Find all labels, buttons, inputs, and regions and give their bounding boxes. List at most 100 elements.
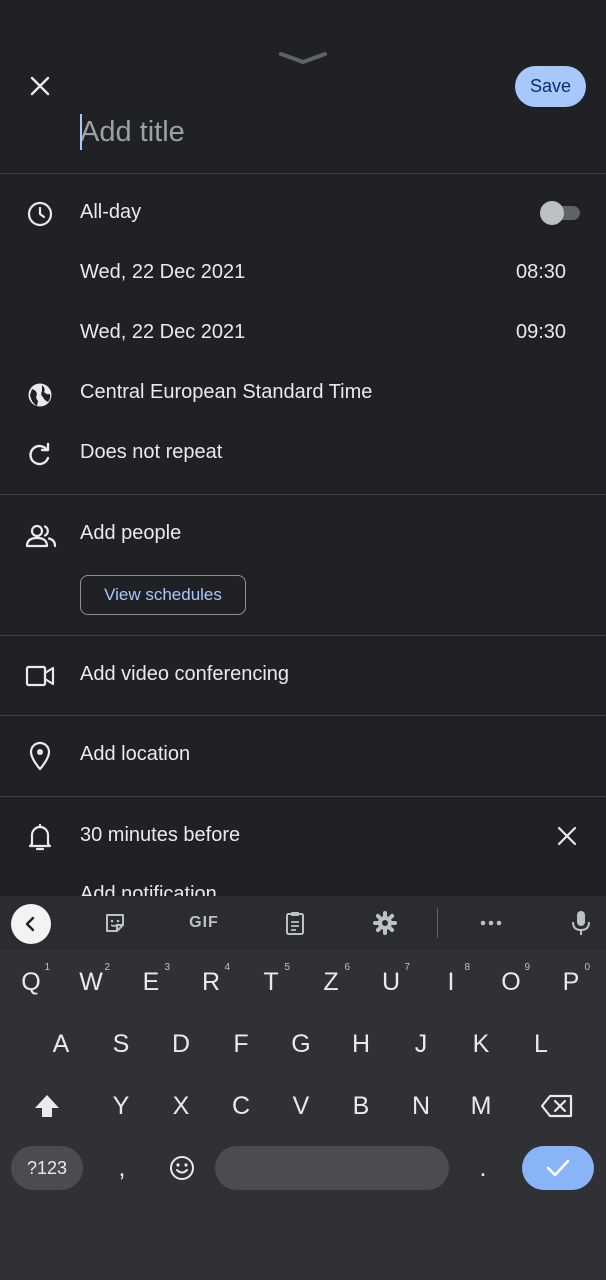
key-d[interactable]: D (152, 1020, 210, 1068)
key-q[interactable]: Q1 (2, 958, 60, 1006)
close-icon[interactable] (24, 70, 56, 102)
toggle-thumb (540, 201, 564, 225)
add-location-label[interactable]: Add location (80, 743, 190, 766)
key-z[interactable]: Z6 (302, 958, 360, 1006)
key-label: I (447, 967, 455, 996)
key-hint: 4 (224, 962, 230, 973)
key-k[interactable]: K (452, 1020, 510, 1068)
key-f[interactable]: F (212, 1020, 270, 1068)
key-hint: 2 (104, 962, 110, 973)
key-label: T (263, 967, 279, 996)
add-people-label[interactable]: Add people (80, 522, 181, 545)
timezone-label[interactable]: Central European Standard Time (80, 381, 372, 404)
key-label: Z (323, 967, 339, 996)
all-day-label: All-day (80, 201, 142, 223)
divider (0, 796, 606, 797)
shift-key[interactable] (18, 1082, 76, 1130)
key-hint: 9 (524, 962, 530, 973)
more-icon[interactable] (476, 908, 506, 938)
repeat-icon (24, 439, 56, 471)
key-label: Q (21, 967, 41, 996)
key-hint: 3 (164, 962, 170, 973)
clipboard-icon[interactable] (280, 908, 310, 938)
keyboard: GIF Q1 W2 E3 R4 T5 Z6 U7 I8 O9 P0 A S D … (0, 896, 606, 1280)
key-label: R (201, 967, 221, 996)
key-y[interactable]: Y (92, 1082, 150, 1130)
gear-icon[interactable] (370, 908, 400, 938)
people-icon (24, 520, 58, 552)
key-label: W (79, 967, 103, 996)
key-t[interactable]: T5 (242, 958, 300, 1006)
remove-reminder-icon[interactable] (551, 820, 583, 852)
key-r[interactable]: R4 (182, 958, 240, 1006)
key-hint: 5 (284, 962, 290, 973)
backspace-icon (540, 1094, 573, 1118)
save-button[interactable]: Save (515, 66, 586, 107)
key-b[interactable]: B (332, 1082, 390, 1130)
all-day-toggle[interactable] (540, 200, 580, 226)
globe-icon (24, 379, 56, 411)
key-label: P (562, 967, 580, 996)
keyboard-toolbar: GIF (0, 896, 606, 950)
key-u[interactable]: U7 (362, 958, 420, 1006)
divider (0, 715, 606, 716)
back-chevron-icon[interactable] (11, 904, 51, 944)
checkmark-icon (546, 1159, 570, 1177)
emoji-icon (170, 1156, 194, 1180)
emoji-key[interactable] (153, 1144, 211, 1192)
microphone-icon[interactable] (566, 908, 596, 938)
key-j[interactable]: J (392, 1020, 450, 1068)
view-schedules-button[interactable]: View schedules (80, 575, 246, 615)
reminder-label[interactable]: 30 minutes before (80, 824, 240, 847)
key-p[interactable]: P0 (542, 958, 600, 1006)
drag-handle-icon[interactable] (277, 48, 329, 68)
end-date[interactable]: Wed, 22 Dec 2021 (80, 321, 245, 344)
divider (0, 494, 606, 495)
period-key[interactable]: . (454, 1144, 512, 1192)
divider (0, 635, 606, 636)
key-v[interactable]: V (272, 1082, 330, 1130)
divider (0, 173, 606, 174)
key-g[interactable]: G (272, 1020, 330, 1068)
key-hint: 6 (344, 962, 350, 973)
key-n[interactable]: N (392, 1082, 450, 1130)
space-bar[interactable] (215, 1146, 449, 1190)
key-hint: 1 (44, 962, 50, 973)
key-x[interactable]: X (152, 1082, 210, 1130)
location-pin-icon (24, 740, 56, 772)
key-a[interactable]: A (32, 1020, 90, 1068)
sticker-icon[interactable] (100, 908, 130, 938)
key-e[interactable]: E3 (122, 958, 180, 1006)
title-input[interactable] (80, 110, 500, 154)
gif-button[interactable]: GIF (180, 908, 228, 938)
bell-icon (24, 821, 56, 853)
end-time[interactable]: 09:30 (516, 321, 566, 344)
key-hint: 0 (584, 962, 590, 973)
key-h[interactable]: H (332, 1020, 390, 1068)
shift-icon (35, 1095, 59, 1117)
key-m[interactable]: M (452, 1082, 510, 1130)
video-camera-icon (24, 660, 56, 692)
start-date[interactable]: Wed, 22 Dec 2021 (80, 261, 245, 284)
repeat-label[interactable]: Does not repeat (80, 441, 222, 464)
key-s[interactable]: S (92, 1020, 150, 1068)
key-label: E (142, 967, 160, 996)
add-video-conferencing-label[interactable]: Add video conferencing (80, 663, 289, 686)
key-label: U (381, 967, 401, 996)
enter-key[interactable] (522, 1146, 594, 1190)
comma-key[interactable]: , (93, 1144, 151, 1192)
backspace-key[interactable] (528, 1082, 586, 1130)
key-c[interactable]: C (212, 1082, 270, 1130)
text-cursor (80, 114, 82, 150)
toolbar-separator (437, 908, 438, 938)
start-time[interactable]: 08:30 (516, 261, 566, 284)
key-o[interactable]: O9 (482, 958, 540, 1006)
key-w[interactable]: W2 (62, 958, 120, 1006)
symbols-key[interactable]: ?123 (11, 1146, 83, 1190)
key-hint: 7 (404, 962, 410, 973)
key-i[interactable]: I8 (422, 958, 480, 1006)
key-label: O (501, 967, 521, 996)
clock-icon (24, 198, 56, 230)
key-l[interactable]: L (512, 1020, 570, 1068)
key-hint: 8 (464, 962, 470, 973)
